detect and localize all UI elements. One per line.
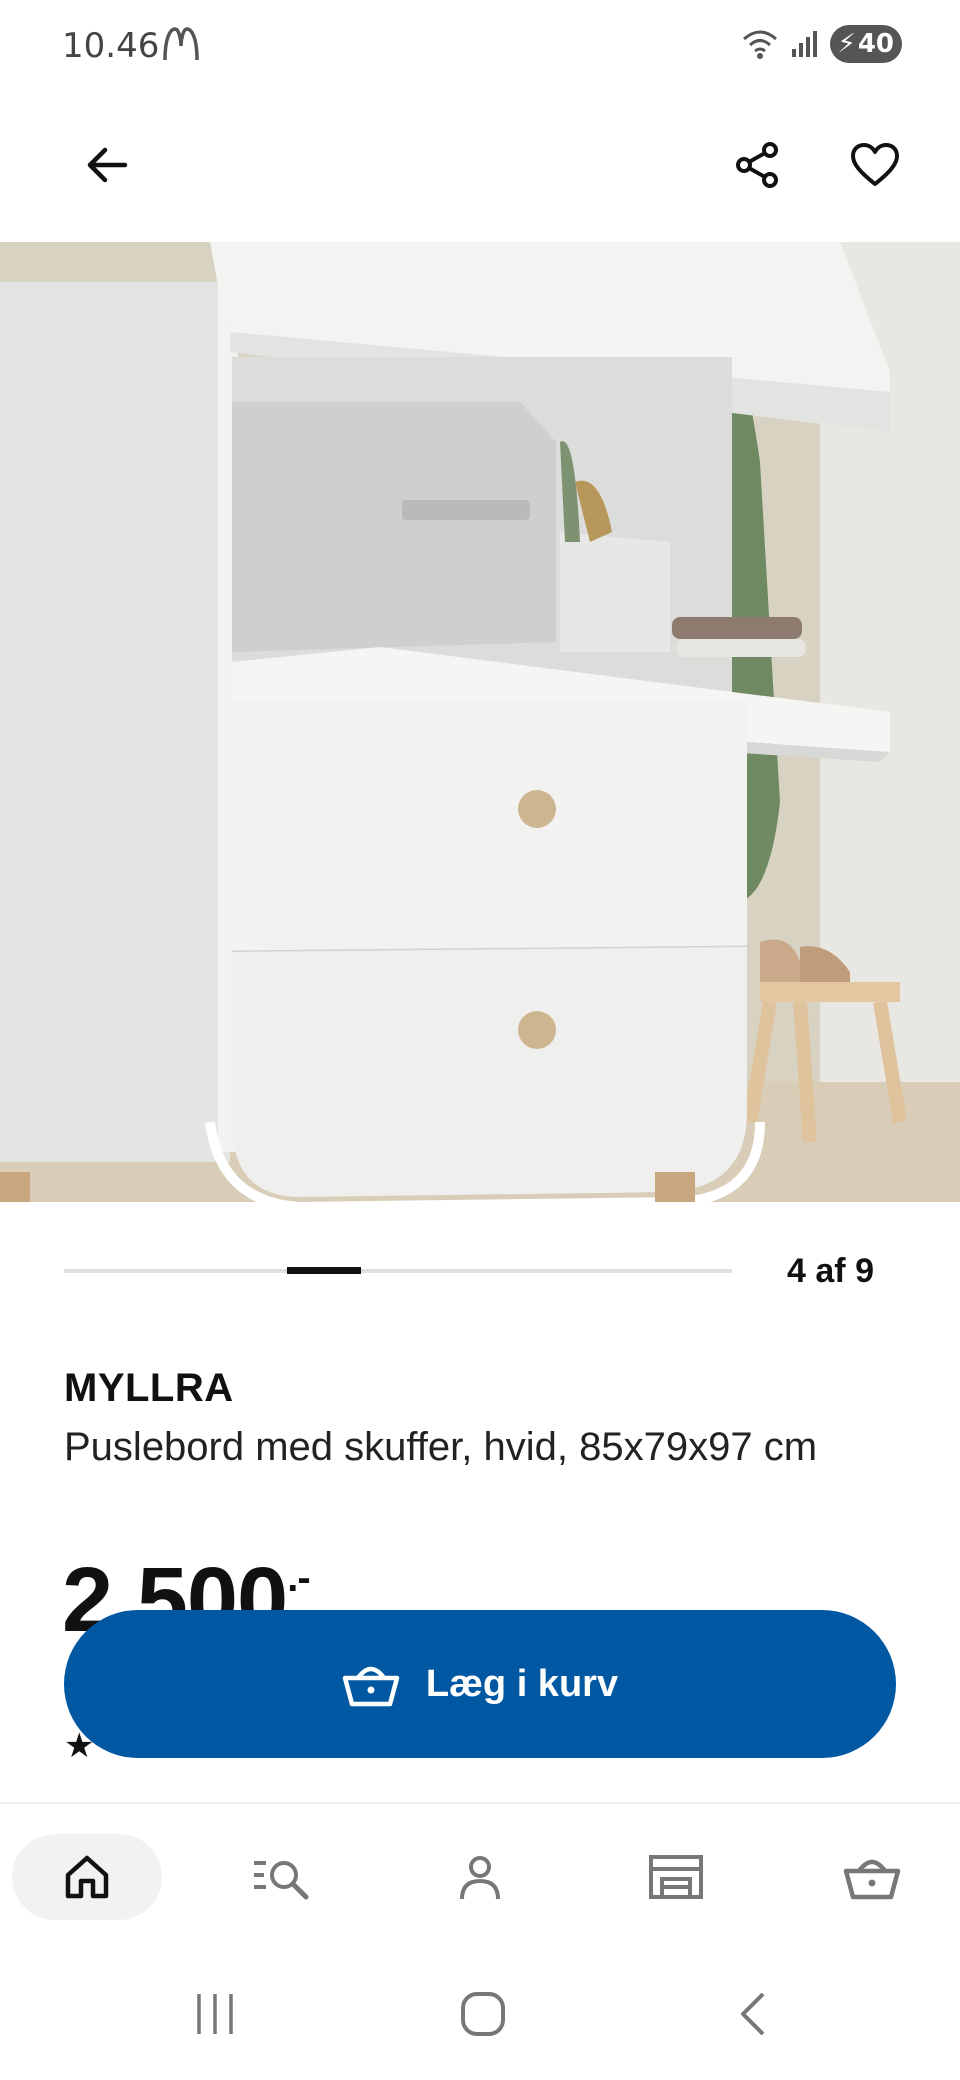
system-back-button[interactable]: [718, 1984, 788, 2044]
system-navigation: [0, 1950, 960, 2080]
bottom-navigation: [0, 1802, 960, 1950]
wifi-icon: [742, 30, 777, 59]
basket-icon: [843, 1859, 901, 1900]
top-bar: [0, 92, 960, 242]
arrow-left-icon: [87, 147, 128, 183]
pager-track[interactable]: [64, 1269, 732, 1273]
share-icon: [736, 142, 778, 188]
store-icon: [649, 1855, 703, 1899]
home-system-button[interactable]: [448, 1984, 518, 2044]
status-icons: ⚡ 40: [740, 24, 902, 64]
price-suffix: .-: [287, 1556, 310, 1600]
battery-indicator: ⚡ 40: [829, 25, 902, 63]
add-to-cart-label: Læg i kurv: [425, 1662, 619, 1705]
nav-search[interactable]: [222, 1834, 342, 1920]
image-pager: 4 af 9: [64, 1250, 896, 1294]
recent-apps-icon: [197, 1994, 233, 2034]
home-icon: [65, 1855, 109, 1899]
nav-cart[interactable]: [812, 1834, 932, 1920]
pager-counter: 4 af 9: [787, 1252, 874, 1290]
nav-home[interactable]: [12, 1834, 162, 1920]
charging-icon: ⚡: [837, 29, 856, 59]
status-time: 10.46: [62, 26, 160, 66]
chevron-left-icon: [741, 1992, 765, 2036]
changing-table-photo: [0, 242, 960, 1202]
nav-profile[interactable]: [420, 1834, 540, 1920]
search-list-icon: [254, 1861, 309, 1900]
nav-stores[interactable]: [616, 1834, 736, 1920]
favorite-button[interactable]: [840, 130, 910, 200]
home-circle-icon: [461, 1992, 505, 2036]
basket-icon: [342, 1666, 400, 1707]
person-icon: [460, 1856, 500, 1900]
product-image[interactable]: [0, 242, 960, 1202]
signal-icon: [791, 31, 817, 57]
heart-icon: [851, 143, 899, 186]
recent-apps-button[interactable]: [180, 1984, 250, 2044]
battery-level: 40: [857, 29, 894, 59]
status-bar: 10.46 ⚡ 40: [0, 0, 960, 92]
product-description: Puslebord med skuffer, hvid, 85x79x97 cm: [64, 1425, 818, 1469]
add-to-cart-button[interactable]: Læg i kurv: [64, 1610, 896, 1758]
mcdonalds-notification-icon: [163, 27, 199, 61]
product-name: MYLLRA: [64, 1366, 234, 1410]
back-button[interactable]: [72, 130, 142, 200]
pager-position-indicator: [287, 1267, 361, 1274]
share-button[interactable]: [722, 130, 792, 200]
